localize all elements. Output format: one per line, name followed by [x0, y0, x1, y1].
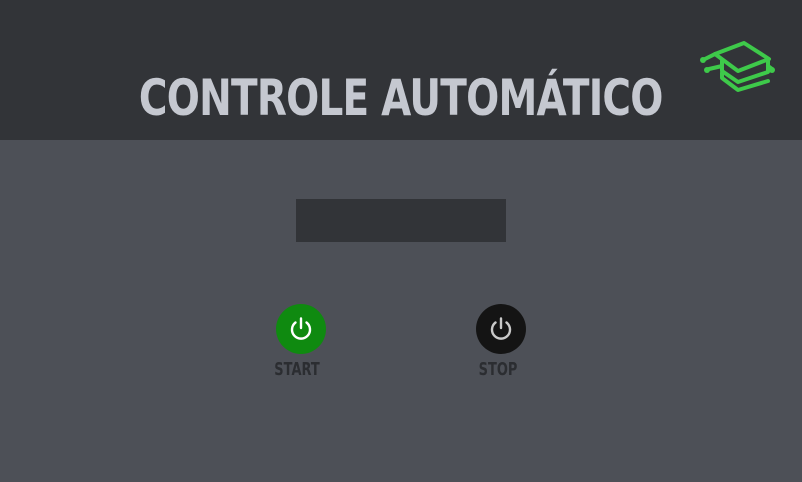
logo-icon	[700, 41, 775, 92]
value-display	[296, 199, 506, 242]
power-icon	[290, 317, 312, 340]
start-label: START	[274, 359, 320, 380]
start-button[interactable]	[276, 304, 326, 354]
header-bar: CONTROLE AUTOMÁTICO	[0, 0, 802, 140]
page-title: CONTROLE AUTOMÁTICO	[138, 69, 664, 127]
power-icon	[490, 317, 512, 340]
stop-button[interactable]	[476, 304, 526, 354]
stop-label: STOP	[478, 359, 518, 380]
